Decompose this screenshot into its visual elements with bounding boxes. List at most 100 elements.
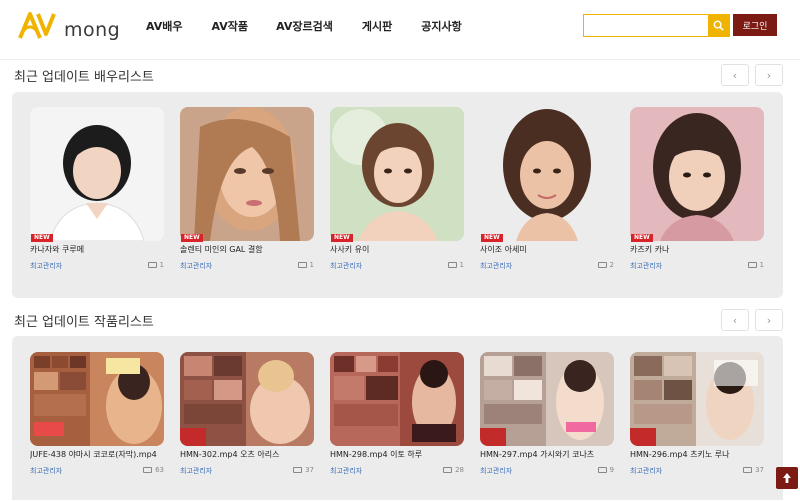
actor-card[interactable]: NEW 솔렌티 미인의 GAL 결함 최고관리자 1 [180, 107, 314, 277]
author-link[interactable]: 최고관리자 [480, 261, 512, 271]
nav-av-works[interactable]: AV작품 [212, 18, 249, 34]
actor-thumbnail[interactable] [330, 107, 464, 241]
author-link[interactable]: 최고관리자 [180, 261, 212, 271]
comment-count: 2 [597, 261, 614, 269]
comment-icon [143, 467, 153, 473]
comment-icon [293, 467, 303, 473]
author-link[interactable]: 최고관리자 [30, 466, 62, 476]
comment-count: 37 [743, 466, 764, 474]
arrow-up-icon [783, 473, 791, 483]
actor-card[interactable]: NEW 카나자와 쿠루메 최고관리자 1 [30, 107, 164, 277]
comment-count-value: 1 [159, 261, 164, 269]
actor-name[interactable]: 카나자와 쿠루메 [30, 244, 164, 255]
site-header: mong AV배우 AV작품 AV장르검색 게시판 공지사항 로그인 [0, 0, 800, 60]
search-input[interactable] [584, 15, 709, 36]
search-button[interactable] [708, 15, 729, 36]
comment-count-value: 28 [455, 466, 464, 474]
comment-count: 1 [747, 261, 764, 269]
new-badge: NEW [631, 234, 653, 242]
scroll-top-button[interactable] [776, 467, 798, 489]
comment-count-value: 1 [759, 261, 764, 269]
work-card[interactable]: HMN-302.mp4 오츠 아리스 최고관리자 37 [180, 352, 314, 502]
main-nav: AV배우 AV작품 AV장르검색 게시판 공지사항 [146, 18, 462, 34]
works-next-button[interactable]: › [755, 309, 783, 331]
author-link[interactable]: 최고관리자 [480, 466, 512, 476]
actor-name[interactable]: 사이조 아세미 [480, 244, 614, 255]
comment-icon [597, 467, 607, 473]
work-title[interactable]: HMN-297.mp4 가시와기 코나츠 [480, 449, 614, 460]
author-link[interactable]: 최고관리자 [630, 466, 662, 476]
comment-count: 63 [143, 466, 164, 474]
comment-count: 9 [597, 466, 614, 474]
comment-count-value: 1 [459, 261, 464, 269]
work-title[interactable]: HMN-302.mp4 오츠 아리스 [180, 449, 314, 460]
chevron-right-icon: › [766, 313, 772, 327]
actors-prev-button[interactable]: ‹ [721, 64, 749, 86]
actor-card[interactable]: NEW 사사키 유이 최고관리자 1 [330, 107, 464, 277]
author-link[interactable]: 최고관리자 [180, 466, 212, 476]
work-card[interactable]: HMN-298.mp4 이토 하루 최고관리자 28 [330, 352, 464, 502]
comment-icon [147, 262, 157, 268]
comment-icon [597, 262, 607, 268]
comment-count: 1 [297, 261, 314, 269]
actors-section-title: 최근 업데이트 배우리스트 [14, 70, 154, 85]
comment-count-value: 37 [755, 466, 764, 474]
comment-icon [743, 467, 753, 473]
search-icon [713, 20, 724, 31]
comment-count: 37 [293, 466, 314, 474]
work-title[interactable]: HMN-298.mp4 이토 하루 [330, 449, 464, 460]
works-panel: JUFE-438 야마시 코코로(자막).mp4 최고관리자 63 HMN-30… [12, 336, 783, 500]
comment-icon [747, 262, 757, 268]
work-cover[interactable] [630, 352, 764, 446]
chevron-left-icon: ‹ [732, 68, 738, 82]
new-badge: NEW [481, 234, 503, 242]
nav-av-genre-search[interactable]: AV장르검색 [276, 18, 333, 34]
author-link[interactable]: 최고관리자 [330, 466, 362, 476]
logo-text: mong [64, 19, 121, 41]
work-card[interactable]: HMN-297.mp4 가시와기 코나츠 최고관리자 9 [480, 352, 614, 502]
works-prev-button[interactable]: ‹ [721, 309, 749, 331]
comment-count: 28 [443, 466, 464, 474]
author-link[interactable]: 최고관리자 [630, 261, 662, 271]
chevron-left-icon: ‹ [732, 313, 738, 327]
actors-panel: NEW 카나자와 쿠루메 최고관리자 1 NEW 솔렌티 미인의 GAL 결함 … [12, 92, 783, 298]
nav-av-actors[interactable]: AV배우 [146, 18, 183, 34]
works-section-title: 최근 업데이트 작품리스트 [14, 315, 154, 330]
work-title[interactable]: HMN-296.mp4 츠키노 루나 [630, 449, 764, 460]
comment-count: 1 [447, 261, 464, 269]
actor-name[interactable]: 사사키 유이 [330, 244, 464, 255]
author-link[interactable]: 최고관리자 [30, 261, 62, 271]
actor-name[interactable]: 카즈키 카나 [630, 244, 764, 255]
actor-thumbnail[interactable] [480, 107, 614, 241]
actors-next-button[interactable]: › [755, 64, 783, 86]
author-link[interactable]: 최고관리자 [330, 261, 362, 271]
comment-icon [447, 262, 457, 268]
work-cover[interactable] [480, 352, 614, 446]
new-badge: NEW [331, 234, 353, 242]
login-button[interactable]: 로그인 [733, 14, 777, 36]
work-cover[interactable] [330, 352, 464, 446]
nav-notice[interactable]: 공지사항 [421, 18, 461, 34]
work-card[interactable]: JUFE-438 야마시 코코로(자막).mp4 최고관리자 63 [30, 352, 164, 502]
actor-thumbnail[interactable] [30, 107, 164, 241]
actor-thumbnail[interactable] [630, 107, 764, 241]
comment-count-value: 9 [609, 466, 614, 474]
work-cover[interactable] [180, 352, 314, 446]
actor-card[interactable]: NEW 사이조 아세미 최고관리자 2 [480, 107, 614, 277]
comment-count-value: 37 [305, 466, 314, 474]
search-box [583, 14, 730, 37]
comment-count-value: 63 [155, 466, 164, 474]
actor-thumbnail[interactable] [180, 107, 314, 241]
actor-card[interactable]: NEW 카즈키 카나 최고관리자 1 [630, 107, 764, 277]
work-cover[interactable] [30, 352, 164, 446]
chevron-right-icon: › [766, 68, 772, 82]
comment-count-value: 2 [609, 261, 614, 269]
comment-count: 1 [147, 261, 164, 269]
comment-count-value: 1 [309, 261, 314, 269]
work-card[interactable]: HMN-296.mp4 츠키노 루나 최고관리자 37 [630, 352, 764, 502]
new-badge: NEW [181, 234, 203, 242]
site-logo[interactable]: mong [16, 6, 120, 46]
actor-name[interactable]: 솔렌티 미인의 GAL 결함 [180, 244, 314, 255]
work-title[interactable]: JUFE-438 야마시 코코로(자막).mp4 [30, 449, 164, 460]
nav-board[interactable]: 게시판 [362, 18, 392, 34]
